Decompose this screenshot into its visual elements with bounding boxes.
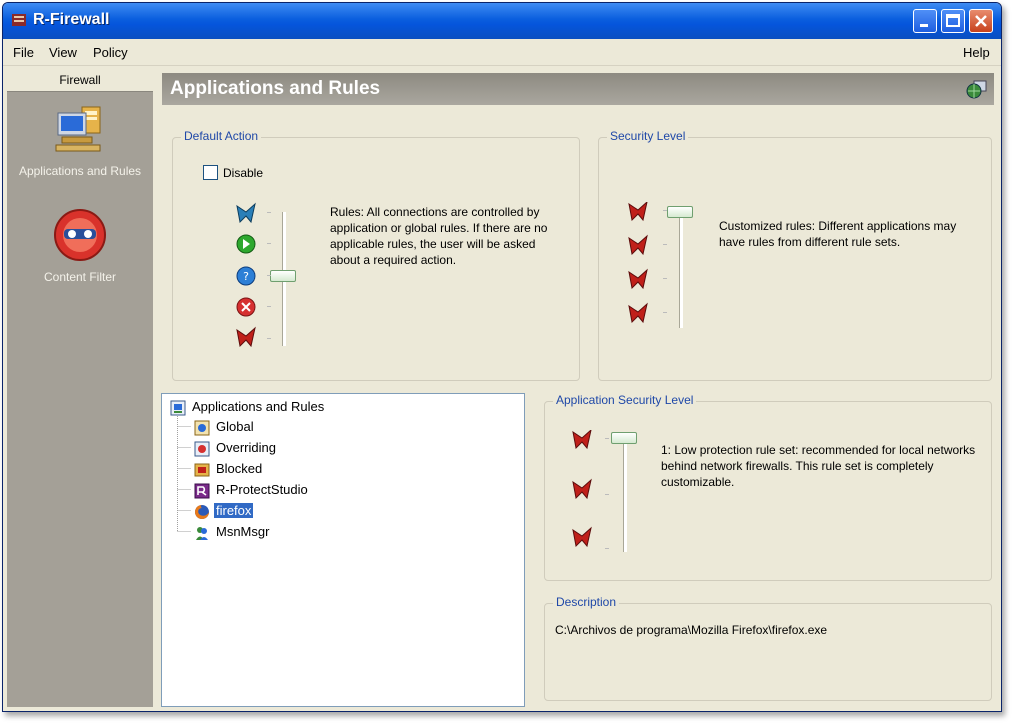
main-content: Applications and Rules Default Action Di… xyxy=(158,69,998,707)
sidebar-item-applications-and-rules[interactable]: Applications and Rules xyxy=(7,105,153,178)
ask-icon: ? xyxy=(236,266,256,286)
tree-label: Applications and Rules xyxy=(192,399,325,414)
description-label: Description xyxy=(553,595,620,609)
maximize-button[interactable] xyxy=(941,9,965,33)
slider-tick xyxy=(605,548,609,549)
global-rules-icon xyxy=(194,420,210,436)
maximize-icon xyxy=(946,14,960,27)
sidebar: Firewall Applications and Rules Content … xyxy=(7,69,153,707)
tree-label: Blocked xyxy=(216,461,263,476)
default-action-level-icons: ? xyxy=(236,202,256,348)
menu-help[interactable]: Help xyxy=(963,45,990,60)
tree-label: R-ProtectStudio xyxy=(216,482,308,497)
slider-tick xyxy=(663,278,667,279)
default-action-label: Default Action xyxy=(181,129,262,143)
rule-set-icon xyxy=(572,478,592,500)
overriding-rules-icon xyxy=(194,441,210,457)
security-level-label: Security Level xyxy=(607,129,689,143)
allow-icon xyxy=(236,234,256,254)
close-icon xyxy=(975,15,987,27)
page-title: Applications and Rules xyxy=(170,78,381,99)
slider-tick xyxy=(267,212,271,213)
slider-tick xyxy=(663,244,667,245)
tree-label: Global xyxy=(216,419,254,434)
sidebar-header[interactable]: Firewall xyxy=(7,69,153,92)
application-security-level-group: Application Security Level 1: Low protec… xyxy=(544,393,992,581)
allow-all-icon xyxy=(236,202,256,224)
tree-label: Overriding xyxy=(216,440,276,455)
slider-thumb[interactable] xyxy=(667,206,693,218)
security-level-group: Security Level Customized rules: Differe… xyxy=(598,129,992,381)
disable-checkbox[interactable] xyxy=(203,165,218,180)
sidebar-item-label: Content Filter xyxy=(43,270,117,284)
applications-rules-icon xyxy=(170,400,186,416)
minimize-icon xyxy=(920,24,928,27)
svg-text:?: ? xyxy=(243,270,249,283)
slider-tick xyxy=(267,306,271,307)
slider-tick xyxy=(663,312,667,313)
window-title: R-Firewall xyxy=(33,11,110,28)
rule-set-icon xyxy=(628,268,648,290)
tree-label: MsnMsgr xyxy=(216,524,270,539)
rule-set-icon xyxy=(628,234,648,256)
menu-file[interactable]: File xyxy=(13,45,34,60)
applications-tree[interactable]: Applications and Rules Global Overriding… xyxy=(161,393,525,707)
rule-set-icon xyxy=(572,430,592,450)
slider-thumb[interactable] xyxy=(611,432,637,444)
rule-set-icon xyxy=(628,202,648,222)
slider-thumb[interactable] xyxy=(270,270,296,282)
slider-tick xyxy=(267,338,271,339)
slider-track xyxy=(679,208,683,328)
slider-tick xyxy=(663,210,667,211)
firefox-icon xyxy=(195,505,209,519)
r-protectstudio-icon xyxy=(194,483,210,499)
network-globe-icon[interactable] xyxy=(966,79,988,99)
security-level-description: Customized rules: Different applications… xyxy=(719,219,957,249)
description-group: Description C:\Archivos de programa\Mozi… xyxy=(544,595,992,701)
sidebar-item-content-filter[interactable]: Content Filter xyxy=(7,207,153,284)
rule-set-icon xyxy=(628,302,648,324)
application-security-level-label: Application Security Level xyxy=(553,393,697,407)
security-level-icons xyxy=(628,202,648,324)
close-button[interactable] xyxy=(969,9,993,33)
description-path: C:\Archivos de programa\Mozilla Firefox\… xyxy=(555,623,828,637)
slider-tick xyxy=(605,438,609,439)
minimize-button[interactable] xyxy=(913,9,937,33)
block-all-icon xyxy=(236,326,256,348)
slider-tick xyxy=(267,275,271,276)
content-filter-icon xyxy=(54,209,106,261)
rule-set-icon xyxy=(572,526,592,548)
slider-tick xyxy=(267,243,271,244)
disable-label: Disable xyxy=(223,166,264,180)
page-header: Applications and Rules xyxy=(162,73,994,105)
application-security-level-icons xyxy=(572,430,592,548)
app-window: R-Firewall File View Policy Help Firewal… xyxy=(2,2,1002,712)
application-security-level-description: 1: Low protection rule set: recommended … xyxy=(661,443,976,489)
applications-rules-icon xyxy=(55,106,101,152)
deny-icon xyxy=(236,297,256,317)
tree-label: firefox xyxy=(214,503,254,518)
slider-track xyxy=(623,436,627,552)
default-action-group: Default Action Disable ? Rules: All conn… xyxy=(172,129,580,381)
menu-view[interactable]: View xyxy=(49,45,77,60)
sidebar-item-label: Applications and Rules xyxy=(18,164,142,178)
menu-bar: File View Policy Help xyxy=(3,39,1001,66)
title-bar[interactable]: R-Firewall xyxy=(3,3,1001,39)
msnmsgr-icon xyxy=(196,527,208,540)
blocked-rules-icon xyxy=(194,463,210,477)
slider-tick xyxy=(605,494,609,495)
firewall-app-icon xyxy=(12,14,26,26)
default-action-description: Rules: All connections are controlled by… xyxy=(330,205,548,267)
menu-policy[interactable]: Policy xyxy=(93,45,128,60)
